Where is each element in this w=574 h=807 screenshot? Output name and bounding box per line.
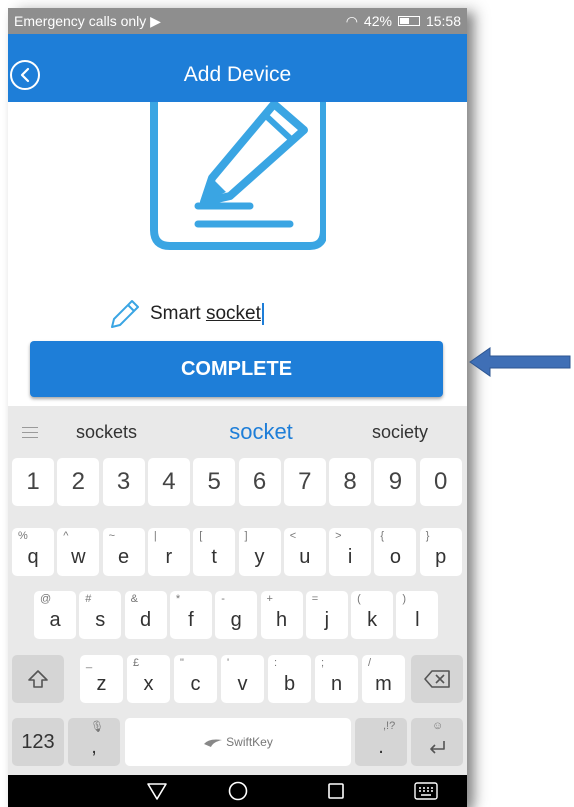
suggestion-right[interactable]: society bbox=[340, 422, 460, 443]
key-0[interactable]: 0 bbox=[419, 458, 462, 506]
key-t[interactable]: [t bbox=[193, 528, 236, 576]
suggestion-middle[interactable]: socket bbox=[182, 419, 340, 445]
key-2[interactable]: 2 bbox=[57, 458, 100, 506]
battery-icon bbox=[397, 16, 420, 26]
pencil-icon bbox=[111, 300, 139, 328]
device-name-row: Smart socket bbox=[108, 296, 320, 332]
shift-key[interactable] bbox=[12, 655, 64, 703]
space-key[interactable]: SwiftKey bbox=[125, 718, 351, 766]
shift-icon bbox=[28, 670, 48, 688]
complete-button[interactable]: COMPLETE bbox=[30, 341, 443, 397]
key-r[interactable]: | r bbox=[147, 528, 190, 576]
key-1[interactable]: 1 bbox=[12, 458, 54, 506]
key-a[interactable]: @ a bbox=[34, 591, 76, 639]
numbers-key[interactable]: 123 bbox=[12, 718, 64, 766]
key-l[interactable]: ) l bbox=[396, 591, 439, 639]
document-edit-icon bbox=[150, 102, 326, 250]
suggestion-bar: sockets socket society bbox=[8, 406, 467, 458]
key-x[interactable]: £ x bbox=[127, 655, 170, 703]
microphone-icon: 🎙 bbox=[90, 721, 104, 733]
key-i[interactable]: > i bbox=[329, 528, 372, 576]
key-7[interactable]: 7 bbox=[283, 458, 326, 506]
phone-screen: Emergency calls only ▶ ◠ 42% 15:58 Add D… bbox=[8, 8, 467, 807]
menu-icon[interactable] bbox=[22, 423, 38, 442]
key-9[interactable]: 9 bbox=[374, 458, 417, 506]
key-p[interactable]: } p bbox=[419, 528, 462, 576]
nav-bar bbox=[8, 775, 467, 807]
key-s[interactable]: # s bbox=[79, 591, 122, 639]
swiftkey-logo-icon bbox=[204, 739, 223, 747]
backspace-icon bbox=[424, 670, 450, 688]
key-q[interactable]: % q bbox=[12, 528, 54, 576]
home-circle-icon[interactable] bbox=[227, 780, 249, 802]
backspace-key[interactable] bbox=[411, 655, 463, 703]
clock: 15:58 bbox=[425, 13, 461, 29]
key-y[interactable]: ] y bbox=[238, 528, 281, 576]
key-8[interactable]: 8 bbox=[329, 458, 372, 506]
enter-key[interactable]: ☺ bbox=[411, 718, 463, 766]
left-arrow-icon bbox=[469, 347, 571, 377]
key-c[interactable]: " c bbox=[174, 655, 217, 703]
emoji-icon: ☺ bbox=[432, 720, 444, 732]
key-d[interactable]: & d bbox=[124, 591, 167, 639]
keyboard: sockets socket society 1234567890 % q ^ w ~ e… bbox=[8, 406, 467, 775]
key-e[interactable]: ~ e bbox=[102, 528, 145, 576]
key-4[interactable]: 4 bbox=[147, 458, 190, 506]
key-u[interactable]: < u bbox=[283, 528, 326, 576]
period-key[interactable]: ,!? . bbox=[355, 718, 407, 766]
key-o[interactable]: {o bbox=[374, 528, 417, 576]
page-title: Add Device bbox=[183, 63, 292, 86]
key-3[interactable]: 3 bbox=[102, 458, 145, 506]
comma-key[interactable]: 🎙 , bbox=[68, 718, 120, 766]
screen: Emergency calls only ▶ ◠ 42% 15:58 Add D… bbox=[0, 0, 574, 807]
battery-percent: 42% bbox=[363, 13, 392, 29]
keyboard-icon[interactable] bbox=[414, 782, 438, 800]
device-name-input[interactable]: Smart socket bbox=[150, 302, 320, 325]
key-m[interactable]: / m bbox=[362, 655, 405, 703]
key-n[interactable]: ; n bbox=[315, 655, 358, 703]
back-triangle-icon[interactable] bbox=[146, 781, 168, 801]
key-g[interactable]: -g bbox=[215, 591, 258, 639]
key-v[interactable]: ' v bbox=[221, 655, 264, 703]
carrier-status: Emergency calls only ▶ bbox=[14, 12, 161, 29]
key-h[interactable]: + h bbox=[260, 591, 303, 639]
key-k[interactable]: (k bbox=[351, 591, 394, 639]
text-caret bbox=[261, 302, 264, 325]
recents-square-icon[interactable] bbox=[326, 781, 346, 801]
key-z[interactable]: _ z bbox=[80, 655, 123, 703]
suggestion-left[interactable]: sockets bbox=[76, 422, 182, 443]
key-w[interactable]: ^ w bbox=[57, 528, 100, 576]
enter-icon bbox=[430, 741, 445, 754]
status-bar: Emergency calls only ▶ ◠ 42% 15:58 bbox=[8, 8, 467, 34]
key-j[interactable]: = j bbox=[305, 591, 348, 639]
key-5[interactable]: 5 bbox=[193, 458, 236, 506]
key-6[interactable]: 6 bbox=[238, 458, 281, 506]
wifi-icon: ◠ bbox=[345, 12, 358, 29]
key-b[interactable]: :b bbox=[268, 655, 311, 703]
key-f[interactable]: * f bbox=[169, 591, 212, 639]
app-bar: Add Device bbox=[8, 34, 467, 102]
